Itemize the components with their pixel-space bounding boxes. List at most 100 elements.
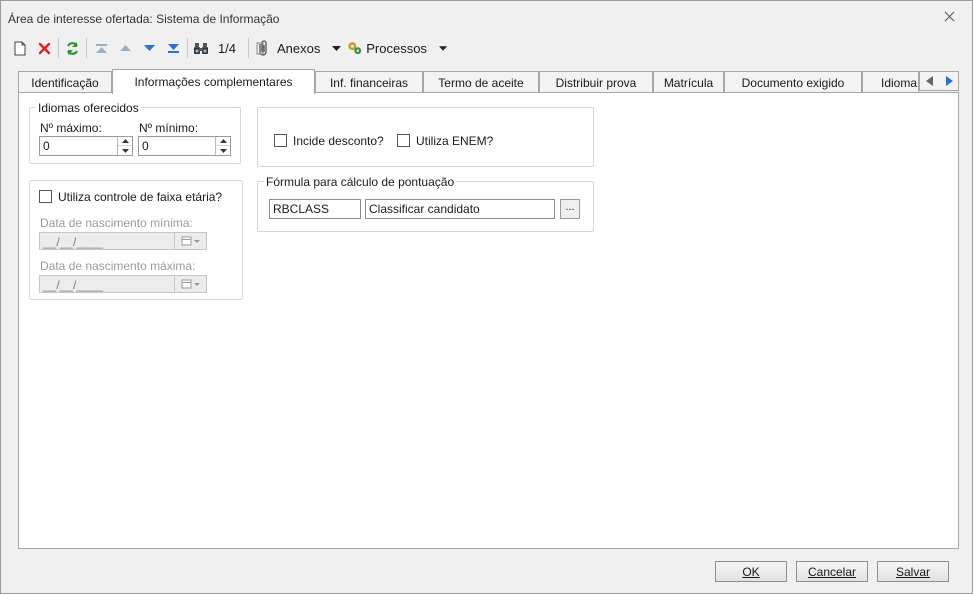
processos-label: Processos <box>366 40 427 56</box>
processos-menu-button[interactable]: Processos <box>347 36 447 60</box>
binoculars-icon <box>194 42 208 54</box>
paperclip-icon <box>256 40 267 56</box>
tab-panel: Idiomas oferecidos Nº máximo: 0 Nº mínim… <box>18 92 959 549</box>
tab-distribuir-prova[interactable]: Distribuir prova <box>539 71 653 93</box>
cancel-button[interactable]: Cancelar <box>796 561 868 582</box>
refresh-icon <box>66 41 78 55</box>
anexos-label: Anexos <box>277 40 321 56</box>
data-max-label: Data de nascimento máxima: <box>40 259 196 273</box>
spinner-buttons <box>117 137 132 155</box>
caret-up-icon <box>219 139 227 143</box>
tab-idioma[interactable]: Idioma o <box>862 71 919 93</box>
formula-legend: Fórmula para cálculo de pontuação <box>264 175 457 189</box>
incide-desconto-checkbox[interactable] <box>274 134 287 147</box>
gears-icon <box>348 42 362 55</box>
calendar-dropdown-button[interactable] <box>174 276 206 292</box>
delete-record-button[interactable] <box>34 36 54 60</box>
cancel-label: Cancelar <box>807 564 857 579</box>
record-counter-text: 1/4 <box>217 40 237 56</box>
formula-group: Fórmula para cálculo de pontuação RBCLAS… <box>257 175 594 232</box>
tab-label: Informações complementares <box>134 75 293 89</box>
spin-down-button[interactable] <box>118 146 132 155</box>
title-bar: Área de interesse ofertada: Sistema de I… <box>1 1 972 31</box>
utiliza-enem-checkbox[interactable] <box>397 134 410 147</box>
save-button[interactable]: Salvar <box>877 561 949 582</box>
caret-down-icon <box>219 148 227 153</box>
faixa-etaria-checkbox[interactable] <box>39 190 52 203</box>
opcoes-group: Incide desconto? Utiliza ENEM? <box>257 107 594 167</box>
spin-down-button[interactable] <box>216 146 230 155</box>
toolbar-separator <box>248 38 249 58</box>
max-value: 0 <box>43 139 50 153</box>
tab-label: Documento exigido <box>741 75 845 90</box>
tab-inf-financeiras[interactable]: Inf. financeiras <box>315 71 423 93</box>
formula-lookup-button[interactable]: ... <box>560 199 580 219</box>
idiomas-legend: Idiomas oferecidos <box>36 101 141 115</box>
new-document-icon <box>14 41 26 55</box>
data-min-value: __/__/____ <box>43 235 104 249</box>
last-record-button[interactable] <box>163 36 183 60</box>
ok-button[interactable]: OK <box>715 561 787 582</box>
first-record-icon <box>95 43 107 53</box>
tab-matricula[interactable]: Matrícula <box>653 71 724 93</box>
min-spinner[interactable]: 0 <box>138 136 231 156</box>
ok-label: OK <box>742 564 760 579</box>
arrow-left-icon[interactable] <box>925 76 934 86</box>
close-icon[interactable] <box>943 10 956 23</box>
tab-label: Idioma o <box>881 75 918 90</box>
dialog-window: Área de interesse ofertada: Sistema de I… <box>0 0 973 594</box>
toolbar-separator <box>58 38 59 58</box>
min-value: 0 <box>142 139 149 153</box>
tab-documento-exigido[interactable]: Documento exigido <box>724 71 862 93</box>
tab-scroll-arrows <box>919 71 959 91</box>
last-record-icon <box>167 43 179 53</box>
next-record-button[interactable] <box>139 36 159 60</box>
first-record-button[interactable] <box>91 36 111 60</box>
spin-up-button[interactable] <box>118 137 132 146</box>
formula-description-field[interactable]: Classificar candidato <box>365 199 555 219</box>
toolbar-separator <box>187 38 188 58</box>
idiomas-group: Idiomas oferecidos Nº máximo: 0 Nº mínim… <box>29 101 241 164</box>
arrow-right-icon[interactable] <box>945 76 953 86</box>
record-counter: 1/4 <box>214 36 240 60</box>
calendar-icon <box>181 279 200 289</box>
max-label: Nº máximo: <box>40 121 102 135</box>
tab-informacoes-complementares[interactable]: Informações complementares <box>112 69 315 94</box>
faixa-etaria-label: Utiliza controle de faixa etária? <box>58 190 223 204</box>
data-min-label: Data de nascimento mínima: <box>40 216 193 230</box>
spin-up-button[interactable] <box>216 137 230 146</box>
delete-icon <box>38 42 50 54</box>
next-record-icon <box>143 45 155 51</box>
incide-desconto-label: Incide desconto? <box>293 134 384 148</box>
anexos-menu-button[interactable]: Anexos <box>255 36 343 60</box>
search-button[interactable] <box>191 36 211 60</box>
toolbar: 1/4 Anexos Processos <box>7 36 967 62</box>
caret-up-icon <box>121 139 129 143</box>
tab-label: Distribuir prova <box>555 75 637 90</box>
previous-record-icon <box>119 45 131 51</box>
calendar-icon <box>181 236 200 246</box>
calendar-dropdown-button[interactable] <box>174 233 206 249</box>
tab-identificacao[interactable]: Identificação <box>18 71 112 93</box>
data-max-value: __/__/____ <box>43 278 104 292</box>
caret-down-icon <box>121 148 129 153</box>
tab-label: Matrícula <box>663 75 714 90</box>
data-min-field[interactable]: __/__/____ <box>39 232 207 250</box>
tab-termo-de-aceite[interactable]: Termo de aceite <box>423 71 539 93</box>
previous-record-button[interactable] <box>115 36 135 60</box>
tab-label: Identificação <box>31 75 99 90</box>
window-title: Área de interesse ofertada: Sistema de I… <box>8 12 280 26</box>
min-label: Nº mínimo: <box>139 121 199 135</box>
formula-code-field[interactable]: RBCLASS <box>269 199 361 219</box>
tab-label: Termo de aceite <box>438 75 524 90</box>
save-label: Salvar <box>895 564 930 579</box>
chevron-down-icon <box>332 45 342 51</box>
new-record-button[interactable] <box>10 36 30 60</box>
max-spinner[interactable]: 0 <box>39 136 133 156</box>
spinner-buttons <box>215 137 230 155</box>
tab-strip: Identificação Informações complementares… <box>18 69 959 94</box>
refresh-button[interactable] <box>62 36 82 60</box>
tab-label: Inf. financeiras <box>329 75 409 90</box>
data-max-field[interactable]: __/__/____ <box>39 275 207 293</box>
toolbar-separator <box>86 38 87 58</box>
